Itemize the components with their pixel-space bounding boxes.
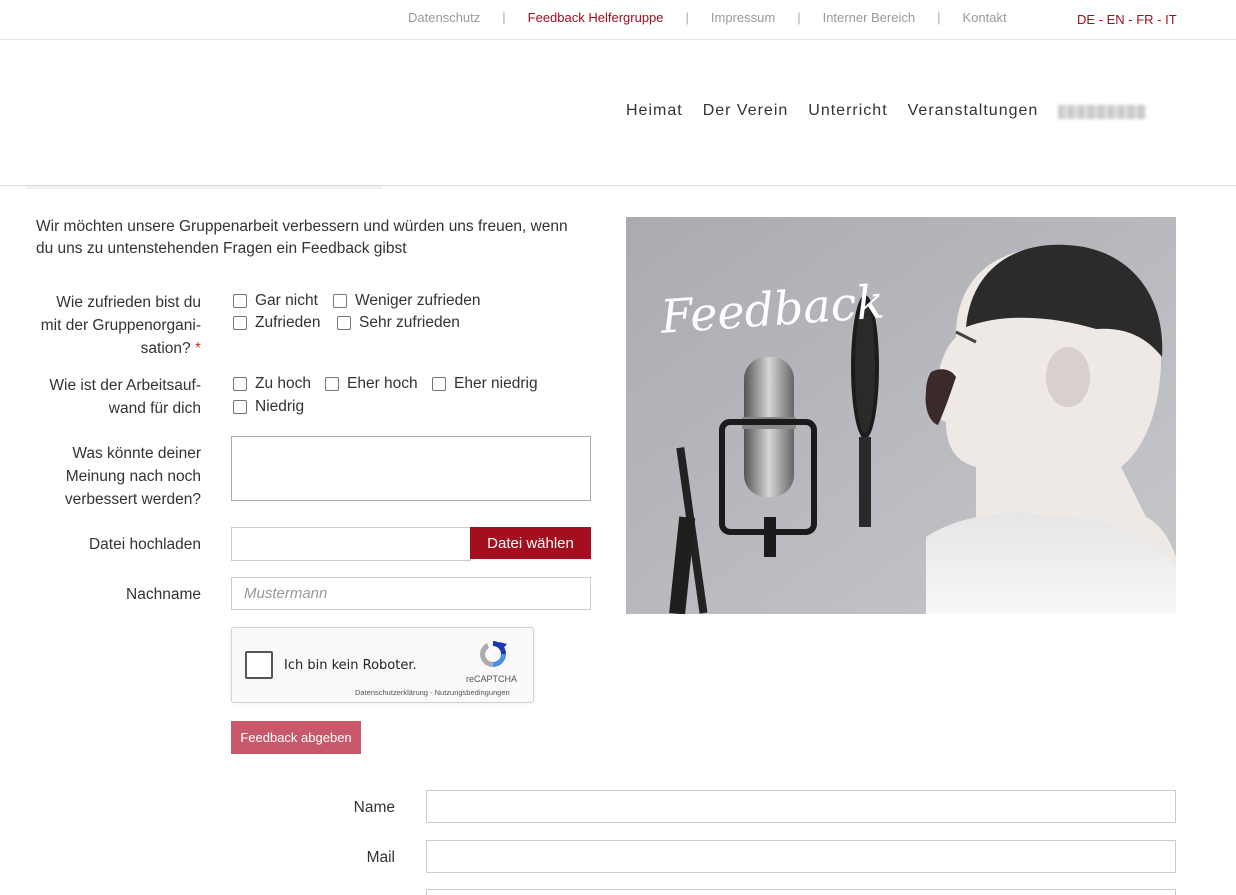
top-link-datenschutz[interactable]: Datenschutz [408,10,480,25]
nav-item-blurred[interactable] [1058,105,1147,119]
nav-item-unterricht[interactable]: Unterricht [808,102,887,120]
intro-text: Wir möchten unsere Gruppenarbeit verbess… [36,218,568,257]
separator: | [937,10,941,25]
q1-option-weniger-zufrieden[interactable]: Weniger zufrieden [333,292,481,310]
nav-item-der-verein[interactable]: Der Verein [703,102,789,120]
checkbox[interactable] [333,294,347,308]
name-label: Name [353,799,395,816]
lastname-label: Nachname [126,586,201,603]
recaptcha-text: Ich bin kein Roboter. [284,658,417,673]
q2-option-eher-hoch[interactable]: Eher hoch [325,375,418,393]
next-input[interactable] [426,889,1176,895]
recaptcha-legal-links[interactable]: Datenschutzerklärung - Nutzungsbedingung… [355,688,510,697]
q2-option-niedrig[interactable]: Niedrig [233,398,304,416]
upload-label: Datei hochladen [88,536,201,553]
top-links: Datenschutz | Feedback Helfergruppe | Im… [408,10,1007,25]
top-link-interner-bereich[interactable]: Interner Bereich [823,10,916,25]
recaptcha-widget: Ich bin kein Roboter. reCAPTCHA Datensch… [231,627,534,703]
top-link-kontakt[interactable]: Kontakt [962,10,1006,25]
checkbox[interactable] [233,316,247,330]
choose-file-button[interactable]: Datei wählen [470,527,591,559]
recaptcha-brand: reCAPTCHA [466,674,518,684]
nav-item-veranstaltungen[interactable]: Veranstaltungen [908,102,1039,120]
top-link-feedback-helfergruppe[interactable]: Feedback Helfergruppe [528,10,664,25]
main-nav: Heimat Der Verein Unterricht Veranstaltu… [626,102,1147,120]
name-input[interactable] [426,790,1176,823]
checkbox[interactable] [337,316,351,330]
feedback-hero-image: Feedback [626,217,1176,614]
nav-divider-shadow [25,186,382,189]
separator: | [685,10,689,25]
q1-option-zufrieden[interactable]: Zufrieden [233,314,320,332]
microphone-boy-illustration: Feedback [626,217,1176,614]
language-switcher[interactable]: DE - EN - FR - IT [1077,12,1177,27]
required-mark: * [194,340,201,357]
q1-option-gar-nicht[interactable]: Gar nicht [233,292,318,310]
q2-option-zu-hoch[interactable]: Zu hoch [233,375,311,393]
top-link-impressum[interactable]: Impressum [711,10,775,25]
submit-feedback-button[interactable]: Feedback abgeben [231,721,361,754]
lastname-input[interactable]: Mustermann [231,577,591,610]
mail-label: Mail [366,849,395,866]
separator: | [502,10,506,25]
q1-label: Wie zufrieden bist du mit der Gruppenorg… [40,294,201,357]
nav-item-heimat[interactable]: Heimat [626,102,683,120]
q3-label: Was könnte deiner Meinung nach noch verb… [64,445,201,508]
checkbox[interactable] [432,377,446,391]
improvement-textarea[interactable] [231,436,591,501]
checkbox[interactable] [233,400,247,414]
checkbox[interactable] [233,377,247,391]
file-name-field[interactable] [231,527,471,561]
q1-option-sehr-zufrieden[interactable]: Sehr zufrieden [337,314,460,332]
recaptcha-logo-icon [480,641,507,667]
q2-label: Wie ist der Arbeitsauf- wand für dich [49,377,201,417]
recaptcha-checkbox[interactable] [245,651,273,679]
mail-input[interactable] [426,840,1176,873]
separator: | [797,10,801,25]
top-bar: Datenschutz | Feedback Helfergruppe | Im… [0,0,1236,40]
checkbox[interactable] [325,377,339,391]
checkbox[interactable] [233,294,247,308]
q2-option-eher-niedrig[interactable]: Eher niedrig [432,375,538,393]
